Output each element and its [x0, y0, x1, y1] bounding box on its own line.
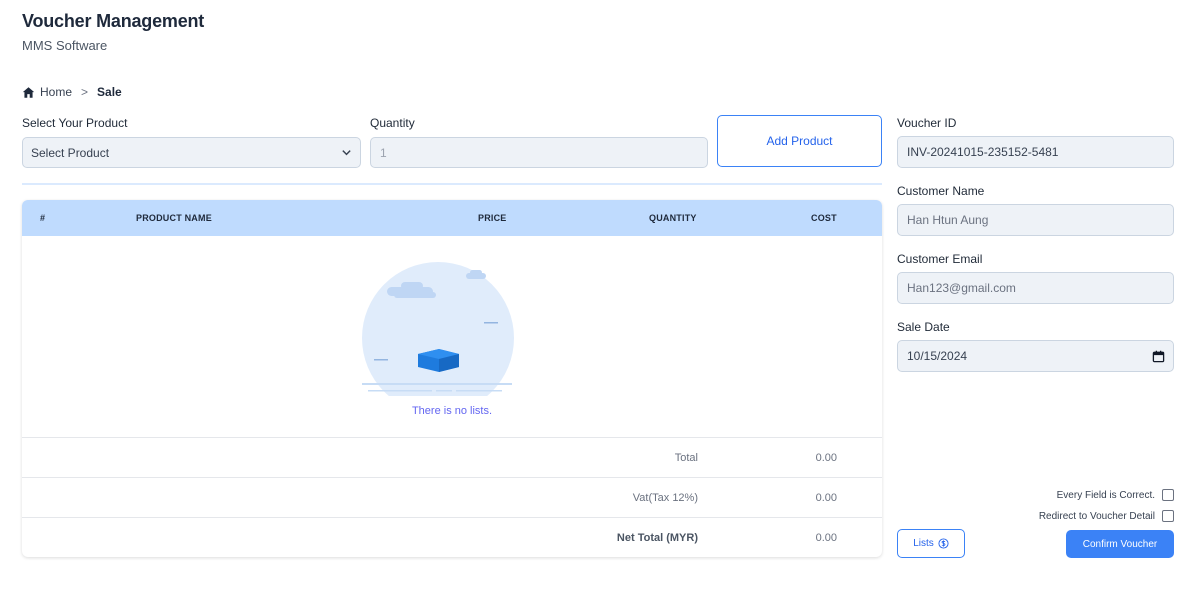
- sale-date-field[interactable]: 10/15/2024: [897, 340, 1174, 372]
- add-product-button[interactable]: Add Product: [717, 115, 882, 167]
- voucher-id-label: Voucher ID: [897, 116, 957, 130]
- vat-row: Vat(Tax 12%) 0.00: [22, 477, 882, 517]
- chevron-down-icon: [341, 147, 352, 158]
- column-cost: COST: [811, 213, 837, 223]
- product-label: Select Your Product: [22, 116, 128, 130]
- vat-value: 0.00: [815, 492, 837, 504]
- confirm-voucher-button[interactable]: Confirm Voucher: [1066, 530, 1174, 558]
- column-price: PRICE: [478, 213, 507, 223]
- every-field-correct-option: Every Field is Correct.: [1057, 489, 1174, 501]
- breadcrumb-separator: >: [81, 85, 89, 99]
- empty-state-text: There is no lists.: [411, 405, 493, 417]
- customer-email-field[interactable]: Han123@gmail.com: [897, 272, 1174, 304]
- product-select-value: Select Product: [31, 145, 110, 160]
- net-total-row: Net Total (MYR) 0.00: [22, 517, 882, 557]
- column-product-name: PRODUCT NAME: [136, 213, 212, 223]
- customer-email-value: Han123@gmail.com: [907, 281, 1016, 295]
- total-label: Total: [674, 452, 698, 464]
- breadcrumb-current: Sale: [97, 85, 122, 99]
- every-field-correct-label: Every Field is Correct.: [1056, 489, 1155, 501]
- lists-button[interactable]: Lists: [897, 529, 965, 558]
- home-icon[interactable]: [22, 86, 35, 99]
- empty-state-illustration: [360, 260, 520, 414]
- customer-name-value: Han Htun Aung: [907, 213, 989, 227]
- customer-name-field[interactable]: Han Htun Aung: [897, 204, 1174, 236]
- breadcrumb-home[interactable]: Home: [40, 85, 72, 99]
- redirect-detail-checkbox[interactable]: [1162, 510, 1174, 522]
- sale-date-label: Sale Date: [897, 320, 950, 334]
- redirect-detail-option: Redirect to Voucher Detail: [1039, 510, 1174, 522]
- customer-email-label: Customer Email: [897, 252, 983, 266]
- product-select[interactable]: Select Product: [22, 137, 361, 168]
- calendar-icon[interactable]: [1152, 350, 1165, 363]
- every-field-correct-checkbox[interactable]: [1162, 489, 1174, 501]
- page-subtitle: MMS Software: [22, 38, 108, 53]
- divider: [22, 183, 882, 185]
- net-total-label: Net Total (MYR): [616, 532, 698, 544]
- customer-name-label: Customer Name: [897, 184, 985, 198]
- lists-button-label: Lists: [913, 538, 934, 549]
- column-index: #: [40, 213, 46, 223]
- breadcrumb: Home > Sale: [22, 85, 122, 99]
- page-title: Voucher Management: [22, 11, 205, 31]
- quantity-label: Quantity: [370, 116, 415, 130]
- quantity-input[interactable]: 1: [370, 137, 708, 168]
- vat-label: Vat(Tax 12%): [632, 492, 698, 504]
- redirect-detail-label: Redirect to Voucher Detail: [1038, 510, 1155, 522]
- sale-date-value: 10/15/2024: [907, 349, 968, 363]
- voucher-id-field[interactable]: INV-20241015-235152-5481: [897, 136, 1174, 168]
- total-value: 0.00: [815, 452, 837, 464]
- net-total-value: 0.00: [815, 532, 837, 544]
- voucher-id-value: INV-20241015-235152-5481: [907, 145, 1059, 159]
- total-row: Total 0.00: [22, 437, 882, 477]
- table-header: # PRODUCT NAME PRICE QUANTITY COST: [22, 200, 882, 236]
- product-table: # PRODUCT NAME PRICE QUANTITY COST There…: [22, 200, 882, 557]
- dollar-coin-icon: [938, 538, 949, 549]
- column-quantity: QUANTITY: [649, 213, 697, 223]
- quantity-value: 1: [380, 145, 387, 160]
